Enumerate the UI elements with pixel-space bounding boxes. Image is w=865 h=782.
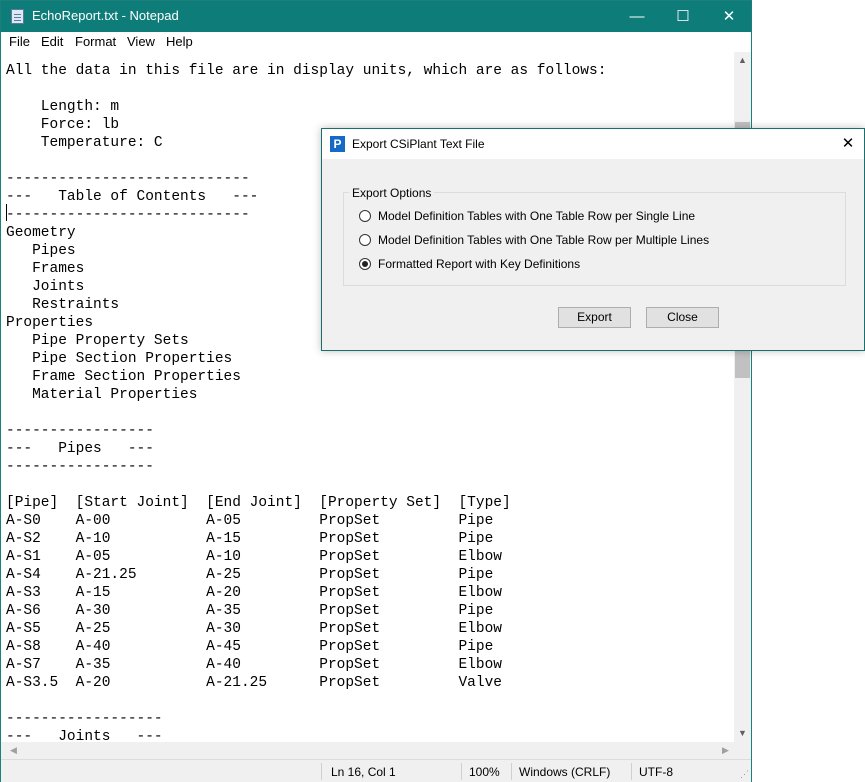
scroll-right-arrow-icon[interactable]: ▶ [717, 742, 734, 759]
export-dialog: P Export CSiPlant Text File ✕ Export Opt… [321, 128, 865, 351]
scroll-up-arrow-icon[interactable]: ▲ [734, 52, 751, 69]
horizontal-scrollbar[interactable]: ◀ ▶ [1, 742, 734, 759]
scrollbar-corner [734, 742, 751, 759]
export-options-label: Export Options [349, 186, 435, 200]
csiplant-app-icon: P [330, 136, 345, 152]
status-separator [631, 763, 632, 780]
radio-button[interactable] [359, 210, 371, 222]
status-bar: Ln 16, Col 1 100% Windows (CRLF) UTF-8 ⋰ [1, 759, 751, 782]
scroll-down-arrow-icon[interactable]: ▼ [734, 725, 751, 742]
notepad-window: EchoReport.txt - Notepad — ☐ ✕ File Edit… [0, 0, 752, 782]
close-button[interactable]: ✕ [706, 1, 752, 32]
minimize-button[interactable]: — [614, 1, 660, 32]
menu-format[interactable]: Format [75, 34, 116, 49]
option-label[interactable]: Formatted Report with Key Definitions [378, 257, 580, 271]
option-label[interactable]: Model Definition Tables with One Table R… [378, 209, 695, 223]
status-separator [461, 763, 462, 780]
dialog-close-icon[interactable]: ✕ [832, 129, 864, 159]
menu-edit[interactable]: Edit [41, 34, 63, 49]
option-label[interactable]: Model Definition Tables with One Table R… [378, 233, 709, 247]
export-button[interactable]: Export [558, 307, 631, 328]
notepad-titlebar[interactable]: EchoReport.txt - Notepad — ☐ ✕ [1, 1, 751, 32]
maximize-button[interactable]: ☐ [660, 1, 706, 32]
menu-help[interactable]: Help [166, 34, 193, 49]
zoom-level: 100% [469, 765, 500, 779]
menu-bar: File Edit Format View Help [1, 32, 751, 52]
radio-button[interactable] [359, 234, 371, 246]
encoding: UTF-8 [639, 765, 673, 779]
status-separator [511, 763, 512, 780]
cursor-position: Ln 16, Col 1 [331, 765, 396, 779]
status-separator [321, 763, 322, 780]
resize-grip-icon[interactable]: ⋰ [740, 769, 749, 780]
window-title: EchoReport.txt - Notepad [32, 8, 179, 23]
close-dialog-button[interactable]: Close [646, 307, 719, 328]
menu-view[interactable]: View [127, 34, 155, 49]
text-caret [6, 204, 7, 221]
line-ending: Windows (CRLF) [519, 765, 611, 779]
radio-button-selected[interactable] [359, 258, 371, 270]
menu-file[interactable]: File [9, 34, 30, 49]
dialog-titlebar[interactable]: P Export CSiPlant Text File ✕ [322, 129, 864, 159]
dialog-title: Export CSiPlant Text File [352, 137, 485, 151]
scroll-left-arrow-icon[interactable]: ◀ [5, 742, 22, 759]
notepad-app-icon [11, 9, 24, 24]
